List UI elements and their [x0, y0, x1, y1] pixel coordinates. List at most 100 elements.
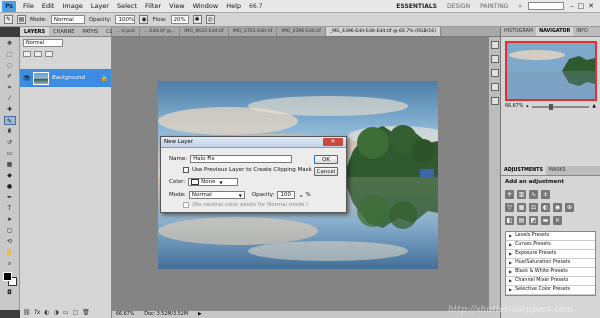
opacity-stepper-icon[interactable]: ▸ [300, 193, 302, 198]
gradient-map-icon[interactable]: ▬ [541, 216, 550, 225]
menu-filter[interactable]: Filter [141, 0, 165, 13]
doc-tab-1[interactable]: ...-0.psd [112, 27, 140, 36]
gradient-tool-icon[interactable]: ▦ [4, 160, 16, 169]
zoom-level-menu[interactable]: 66.7 [249, 3, 262, 10]
clone-source-icon[interactable] [490, 83, 499, 91]
hue-saturation-icon[interactable]: ▦ [517, 203, 526, 212]
tab-histogram[interactable]: HISTOGRAM [501, 27, 536, 36]
link-layers-icon[interactable]: ⛓ [23, 309, 31, 316]
preset-exposure[interactable]: ▶ Exposure Presets [506, 250, 595, 259]
marquee-tool-icon[interactable]: ⬚ [4, 50, 16, 59]
tab-layers[interactable]: LAYERS [20, 27, 50, 36]
actions-panel-icon[interactable] [490, 55, 499, 63]
history-panel-icon[interactable] [490, 41, 499, 49]
dialog-close-button[interactable]: ✕ [323, 138, 343, 146]
preset-channel-mixer[interactable]: ▶ Channel Mixer Presets [506, 277, 595, 286]
new-group-icon[interactable]: ▭ [63, 309, 69, 316]
status-zoom[interactable]: 66.67% [116, 312, 134, 317]
navigator-preview[interactable] [505, 41, 597, 101]
workspace-essentials[interactable]: ESSENTIALS [396, 3, 437, 10]
menu-file[interactable]: File [19, 0, 38, 13]
menu-image[interactable]: Image [58, 0, 86, 13]
type-tool-icon[interactable]: T [4, 204, 16, 213]
neutral-color-checkbox[interactable] [183, 202, 189, 208]
hand-tool-icon[interactable]: ✋ [4, 248, 16, 257]
levels-icon[interactable]: ▥ [517, 190, 526, 199]
blend-mode-select[interactable]: Normal [23, 39, 63, 47]
character-panel-icon[interactable] [490, 97, 499, 105]
dialog-titlebar[interactable]: New Layer ✕ [161, 137, 346, 148]
tab-masks[interactable]: MASKS [546, 166, 569, 175]
tab-paths[interactable]: PATHS [78, 27, 102, 36]
mode-select[interactable]: Normal [50, 15, 85, 24]
minimize-icon[interactable]: – [570, 2, 574, 10]
foreground-color-swatch[interactable] [2, 272, 12, 281]
tab-navigator[interactable]: NAVIGATOR [536, 27, 574, 36]
tab-adjustments[interactable]: ADJUSTMENTS [501, 166, 546, 175]
airbrush-icon[interactable]: ✱ [192, 15, 202, 24]
doc-tab-3[interactable]: IMG_9622-Edit.tif [180, 27, 229, 36]
flow-field[interactable]: 20% [170, 15, 189, 24]
opacity-field[interactable]: 100% [115, 15, 136, 24]
lock-image-icon[interactable] [34, 51, 42, 57]
menu-window[interactable]: Window [189, 0, 223, 13]
channel-mixer-icon[interactable]: ⊕ [565, 203, 574, 212]
new-adjustment-icon[interactable]: ◑ [54, 309, 59, 316]
preset-selective-color[interactable]: ▶ Selective Color Presets [506, 286, 595, 295]
brightness-icon[interactable]: ☀ [505, 190, 514, 199]
curves-icon[interactable]: ∿ [529, 190, 538, 199]
brush-panel-icon[interactable]: ▤ [17, 15, 26, 24]
threshold-icon[interactable]: ◩ [529, 216, 538, 225]
history-brush-tool-icon[interactable]: ↺ [4, 138, 16, 147]
lock-position-icon[interactable] [45, 51, 53, 57]
zoom-slider-knob[interactable] [548, 103, 553, 110]
clone-stamp-tool-icon[interactable]: ♜ [4, 127, 16, 136]
eyedropper-tool-icon[interactable]: ⁄ [4, 94, 16, 103]
pen-tool-icon[interactable]: ✒ [4, 193, 16, 202]
doc-tab-5[interactable]: IMG_4396-Edit.tif [277, 27, 326, 36]
clipping-mask-checkbox[interactable] [183, 167, 189, 173]
layer-name-input[interactable]: Halo Fix [190, 155, 293, 163]
color-swatches[interactable] [2, 272, 17, 286]
path-select-tool-icon[interactable]: ➤ [4, 215, 16, 224]
new-layer-icon[interactable]: ▢ [72, 309, 78, 316]
search-field[interactable] [528, 2, 564, 10]
close-icon[interactable]: ✕ [588, 2, 594, 10]
menu-view[interactable]: View [165, 0, 188, 13]
lasso-tool-icon[interactable]: ◌ [4, 61, 16, 70]
brush-preset-icon[interactable]: ✎ [4, 15, 13, 24]
tab-info[interactable]: INFO [573, 27, 591, 36]
dodge-tool-icon[interactable]: ● [4, 182, 16, 191]
shape-tool-icon[interactable]: ▢ [4, 226, 16, 235]
preset-levels[interactable]: ▶ Levels Presets [506, 232, 595, 241]
opacity-input[interactable]: 100 [277, 191, 296, 199]
lock-transparent-icon[interactable] [23, 51, 31, 57]
blur-tool-icon[interactable]: ◆ [4, 171, 16, 180]
cancel-button[interactable]: Cancel [314, 167, 338, 176]
selective-color-icon[interactable]: ✕ [553, 216, 562, 225]
doc-tab-active[interactable]: _MG_4396-Edit-Edit-Edit.tif @ 66.7% (RGB… [325, 27, 441, 36]
color-balance-icon[interactable]: ⚖ [529, 203, 538, 212]
delete-layer-icon[interactable]: 🗑 [82, 309, 90, 316]
navigator-zoom-value[interactable]: 66.67% [505, 104, 523, 109]
posterize-icon[interactable]: ▤ [517, 216, 526, 225]
preset-hue-saturation[interactable]: ▶ Hue/Saturation Presets [506, 259, 595, 268]
color-select[interactable]: None ▼ [188, 178, 239, 186]
quick-mask-icon[interactable]: ◘ [4, 288, 16, 297]
pressure-opacity-icon[interactable]: ◉ [139, 15, 149, 24]
more-workspaces-button[interactable]: » [518, 3, 522, 10]
quick-select-tool-icon[interactable]: ✐ [4, 72, 16, 81]
exposure-icon[interactable]: ± [541, 190, 550, 199]
doc-tab-2[interactable]: ...-Edit.tif @... [140, 27, 181, 36]
eraser-tool-icon[interactable]: ▭ [4, 149, 16, 158]
menu-help[interactable]: Help [222, 0, 245, 13]
add-mask-icon[interactable]: ◐ [44, 309, 49, 316]
maximize-icon[interactable]: □ [578, 2, 585, 10]
doc-tab-4[interactable]: IMG_0762-Edit.tif [229, 27, 278, 36]
zoom-in-icon[interactable]: ▲ [592, 104, 596, 109]
status-arrow-icon[interactable]: ▶ [198, 312, 202, 317]
preset-curves[interactable]: ▶ Curves Presets [506, 241, 595, 250]
zoom-tool-icon[interactable]: ⌕ [4, 259, 16, 268]
workspace-design[interactable]: DESIGN [447, 3, 470, 10]
menu-edit[interactable]: Edit [38, 0, 59, 13]
